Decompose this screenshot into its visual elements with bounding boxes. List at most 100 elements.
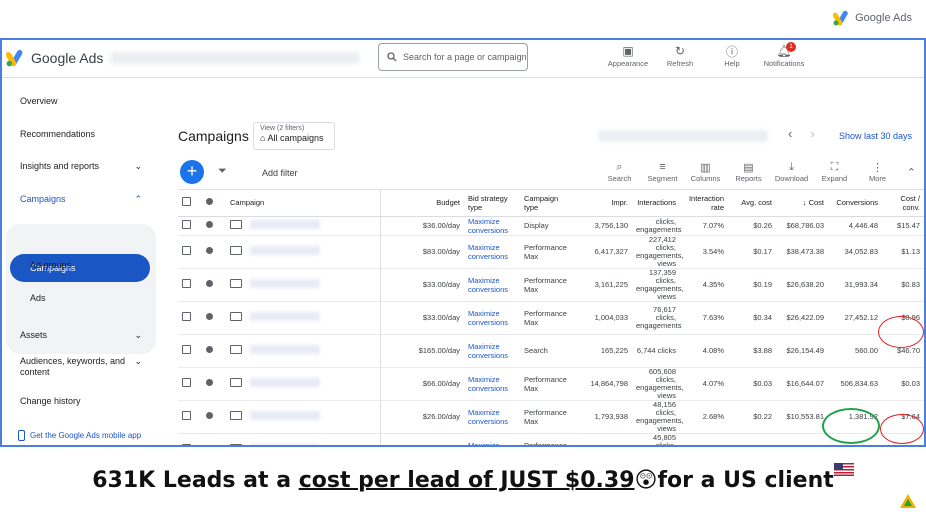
chevron-left-icon[interactable]: ‹ (788, 126, 792, 141)
sidebar-item-assets[interactable]: Assets ⌄ (20, 330, 142, 341)
chevron-right-icon[interactable]: › (810, 126, 814, 141)
campaign-cell[interactable] (226, 216, 381, 236)
column-header[interactable]: Interaction rate (680, 190, 728, 217)
cell-impr: 14,864,798 (578, 367, 632, 401)
sidebar-item-audiences[interactable]: Audiences, keywords, and content ⌄ (20, 356, 142, 378)
filter-icon[interactable]: ⏷ (218, 165, 227, 178)
row-checkbox[interactable] (178, 268, 202, 302)
column-header[interactable]: Bid strategy type (464, 190, 520, 217)
sidebar-item-campaigns[interactable]: Campaigns ⌃ (20, 194, 142, 205)
campaign-cell[interactable] (226, 334, 381, 368)
sidebar-item-change-history[interactable]: Change history (20, 396, 142, 406)
sidebar-subitem-ad-groups[interactable]: Ad groups (30, 260, 152, 270)
column-header[interactable]: Budget (380, 190, 464, 217)
cell-rate: 7.63% (680, 301, 728, 335)
toolbar-download-button[interactable]: ⤓ Download (770, 160, 813, 184)
table-row[interactable]: $26.00/dayMaximize conversionsPerformanc… (178, 400, 924, 434)
campaign-cell[interactable] (226, 367, 381, 401)
cell-budget: $83.00/day (380, 235, 464, 269)
table-row[interactable]: $33.00/day Maximize conversions Performanc… (178, 268, 924, 302)
segment-icon: ≡ (659, 161, 666, 173)
account-name-blurred (110, 52, 360, 64)
table-row[interactable]: $33.00/day Maximize conversions Performanc… (178, 301, 924, 335)
toolbar-search-button[interactable]: ⌕ Search (598, 160, 641, 184)
column-header[interactable]: Campaign (226, 190, 381, 217)
campaign-name-blurred (250, 345, 320, 354)
sidebar-item-overview[interactable]: Overview (20, 96, 142, 106)
status-dot[interactable] (202, 367, 226, 401)
view-value: ⌂ All campaigns (260, 133, 328, 143)
column-header[interactable]: Avg. cost (728, 190, 776, 217)
table-row[interactable]: $26.00/dayMaximize conversionsPerformanc… (178, 433, 924, 445)
table-row[interactable]: $165.00/day Maximize conversions Search 165… (178, 334, 924, 368)
row-checkbox[interactable] (178, 334, 202, 368)
column-header[interactable]: Conversions (828, 190, 882, 217)
toolbar-reports-button[interactable]: ▤ Reports (727, 160, 770, 184)
mobile-app-link[interactable]: Get the Google Ads mobile app (18, 430, 141, 441)
headline: 631K Leads at a cost per lead of JUST $0… (0, 468, 926, 493)
sidebar-item-insights[interactable]: Insights and reports ⌄ (20, 161, 142, 172)
cell-avg: $3.88 (728, 334, 776, 368)
toolbar-columns-button[interactable]: ▥ Columns (684, 160, 727, 184)
cell-avg: $0.03 (728, 367, 776, 401)
status-dot[interactable] (202, 334, 226, 368)
row-checkbox[interactable] (178, 216, 202, 236)
cell-bid: Maximize conversions (464, 301, 520, 335)
status-dot[interactable] (202, 433, 226, 445)
cell-rate: 4.08% (680, 334, 728, 368)
select-all-checkbox[interactable] (178, 190, 202, 217)
column-header[interactable]: ↓ Cost (776, 190, 828, 217)
google-ads-logo-icon (6, 49, 23, 67)
table-row[interactable]: $83.00/day Maximize conversions Performanc… (178, 235, 924, 269)
appearance-button[interactable]: ▣ Appearance (602, 43, 654, 68)
column-header[interactable]: Campaign type (520, 190, 578, 217)
toolbar-segment-button[interactable]: ≡ Segment (641, 160, 684, 183)
row-checkbox[interactable] (178, 301, 202, 335)
status-dot[interactable] (202, 235, 226, 269)
help-button[interactable]: ⓘ Help (706, 43, 758, 69)
status-dot[interactable] (202, 268, 226, 302)
toolbar-tools: ⌕ Search ≡ Segment ▥ Columns ▤ Reports ⤓ Down… (598, 160, 899, 184)
column-header[interactable]: Interactions (632, 190, 680, 217)
collapse-chevron-icon[interactable]: ⌃ (907, 166, 916, 179)
campaign-cell[interactable] (226, 301, 381, 335)
row-checkbox[interactable] (178, 367, 202, 401)
chevron-down-icon: ⌄ (134, 161, 142, 171)
reports-icon: ▤ (743, 161, 754, 174)
notifications-button[interactable]: 🔔︎ 1 Notifications (758, 42, 810, 68)
row-checkbox[interactable] (178, 433, 202, 445)
cell-bid: Maximize conversions (464, 367, 520, 401)
show-last-30-days[interactable]: Show last 30 days (839, 131, 912, 141)
toolbar-expand-button[interactable]: ⛶ Expand (813, 160, 856, 184)
search-box[interactable]: Search for a page or campaign (378, 43, 528, 71)
row-checkbox[interactable] (178, 235, 202, 269)
campaign-cell[interactable] (226, 400, 381, 434)
campaign-cell[interactable] (226, 235, 381, 269)
toolbar-more-button[interactable]: ⋮ More (856, 160, 899, 184)
row-checkbox[interactable] (178, 400, 202, 434)
table-row[interactable]: $66.00/day Maximize conversions Performanc… (178, 367, 924, 401)
add-filter-button[interactable]: Add filter (262, 168, 298, 178)
top-brand: Google Ads (833, 10, 912, 26)
cell-impr: 729,964 (578, 433, 632, 445)
column-header[interactable]: Cost / conv. (882, 190, 924, 217)
column-header[interactable]: Impr. (578, 190, 632, 217)
sidebar-subitem-ads[interactable]: Ads (30, 293, 152, 303)
sidebar-item-recommendations[interactable]: Recommendations (20, 129, 142, 139)
add-campaign-button[interactable]: + (180, 160, 204, 184)
table-row[interactable]: $36.00/day Maximize conversions Display 3,7… (178, 216, 924, 236)
refresh-button[interactable]: ↻ Refresh (654, 43, 706, 68)
refresh-label: Refresh (666, 59, 694, 68)
sidebar-item-label: Overview (20, 96, 58, 106)
status-dot[interactable] (202, 400, 226, 434)
app-logo[interactable]: Google Ads (6, 49, 103, 67)
campaign-cell[interactable] (226, 433, 381, 445)
chevron-down-icon: ⌄ (134, 330, 142, 340)
status-dot[interactable] (202, 216, 226, 236)
campaign-cell[interactable] (226, 268, 381, 302)
status-dot[interactable] (202, 301, 226, 335)
cell-rate: 4.07% (680, 367, 728, 401)
cell-type: Performance Max (520, 301, 578, 335)
plus-icon: + (186, 161, 198, 181)
view-selector[interactable]: View (2 filters) ⌂ All campaigns (253, 122, 335, 150)
